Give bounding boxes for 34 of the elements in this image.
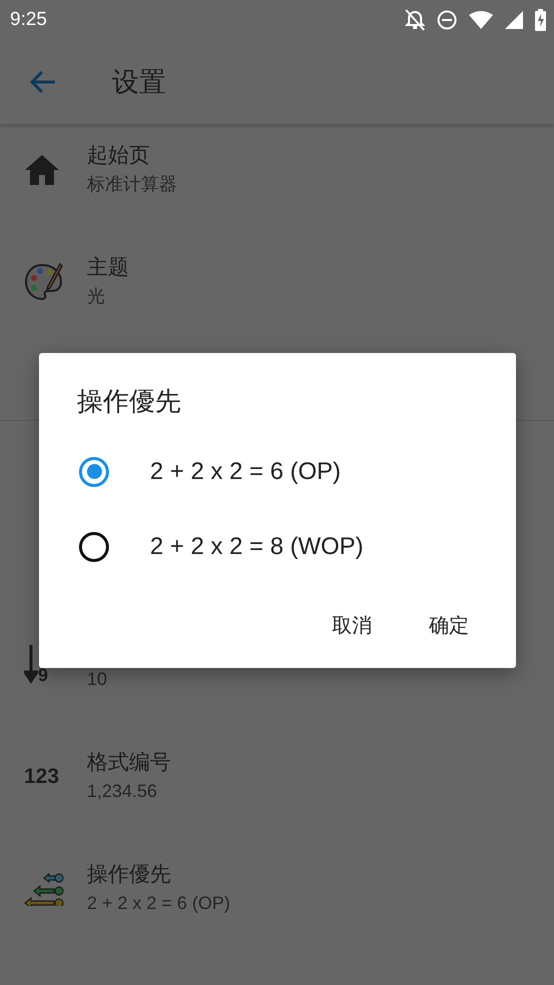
- setting-value: 10: [87, 668, 108, 691]
- battery-charging-icon: [535, 9, 546, 31]
- back-arrow-icon[interactable]: [30, 70, 56, 94]
- radio-option[interactable]: 2 + 2 x 2 = 6 (OP): [39, 434, 516, 509]
- setting-title: 格式编号: [87, 749, 171, 776]
- option-label: 2 + 2 x 2 = 6 (OP): [150, 458, 341, 486]
- radio-option[interactable]: 2 + 2 x 2 = 8 (WOP): [39, 509, 516, 584]
- notifications-off-icon: [405, 9, 425, 31]
- numbers-icon: 123: [24, 765, 60, 789]
- wifi-icon: [469, 11, 493, 29]
- settings-item[interactable]: 主题 光: [0, 237, 554, 349]
- radio-button[interactable]: [79, 456, 109, 486]
- setting-value: 标准计算器: [87, 173, 177, 196]
- setting-title: 起始页: [87, 142, 150, 169]
- radio-button[interactable]: [79, 532, 109, 562]
- priority-arrows-icon: [24, 872, 64, 906]
- dialog-button[interactable]: 取消: [320, 605, 384, 645]
- option-label: 2 + 2 x 2 = 8 (WOP): [150, 532, 364, 560]
- screen-title: 设置: [112, 66, 166, 100]
- setting-value: 2 + 2 x 2 = 6 (OP): [87, 892, 230, 915]
- settings-item[interactable]: 123 格式编号 1,234.56: [0, 732, 554, 844]
- setting-title: 主题: [87, 254, 129, 281]
- house-icon: [24, 154, 60, 186]
- setting-title: 操作優先: [87, 861, 171, 888]
- palette-icon: [24, 262, 64, 302]
- dialog-button[interactable]: 确定: [417, 605, 481, 645]
- setting-value: 光: [87, 285, 105, 308]
- clock: 9:25: [10, 9, 47, 31]
- do-not-disturb-icon: [437, 10, 457, 30]
- dialog-title: 操作優先: [77, 386, 181, 419]
- settings-item[interactable]: 操作優先 2 + 2 x 2 = 6 (OP): [0, 844, 554, 956]
- settings-item[interactable]: 起始页 标准计算器: [0, 125, 554, 237]
- setting-value: 1,234.56: [87, 780, 158, 803]
- signal-icon: [505, 11, 523, 29]
